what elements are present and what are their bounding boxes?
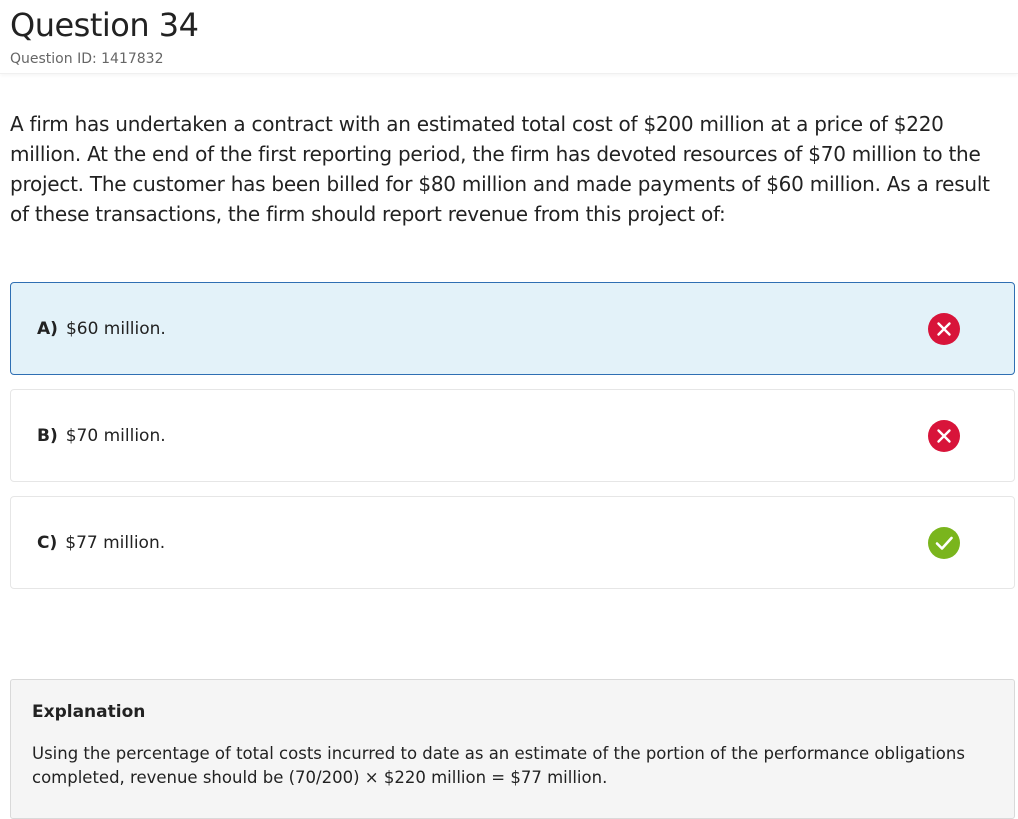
- choice-letter: C): [37, 532, 58, 553]
- explanation-title: Explanation: [32, 702, 146, 722]
- explanation-text: Using the percentage of total costs incu…: [32, 744, 965, 787]
- choice-text: B) $70 million.: [37, 426, 166, 446]
- choice-text: A) $60 million.: [37, 319, 166, 339]
- question-header: Question 34 Question ID: 1417832: [0, 0, 1018, 74]
- explanation-panel: Explanation Using the percentage of tota…: [10, 679, 1015, 819]
- choice-letter: B): [37, 425, 58, 446]
- choice-label: $60 million.: [65, 318, 166, 339]
- answer-choice-c[interactable]: C) $77 million.: [10, 496, 1015, 589]
- choice-label: $70 million.: [65, 425, 166, 446]
- choice-label: $77 million.: [65, 532, 166, 553]
- answer-choice-a[interactable]: A) $60 million.: [10, 282, 1015, 375]
- x-circle-icon: [928, 419, 960, 452]
- choice-letter: A): [37, 318, 58, 339]
- answer-choice-b[interactable]: B) $70 million.: [10, 389, 1015, 482]
- question-title: Question 34: [10, 6, 199, 44]
- question-id: Question ID: 1417832: [10, 51, 164, 67]
- x-circle-icon: [928, 312, 960, 345]
- check-circle-icon: [928, 526, 960, 559]
- question-stem: A firm has undertaken a contract with an…: [10, 112, 990, 226]
- choice-text: C) $77 million.: [37, 533, 165, 553]
